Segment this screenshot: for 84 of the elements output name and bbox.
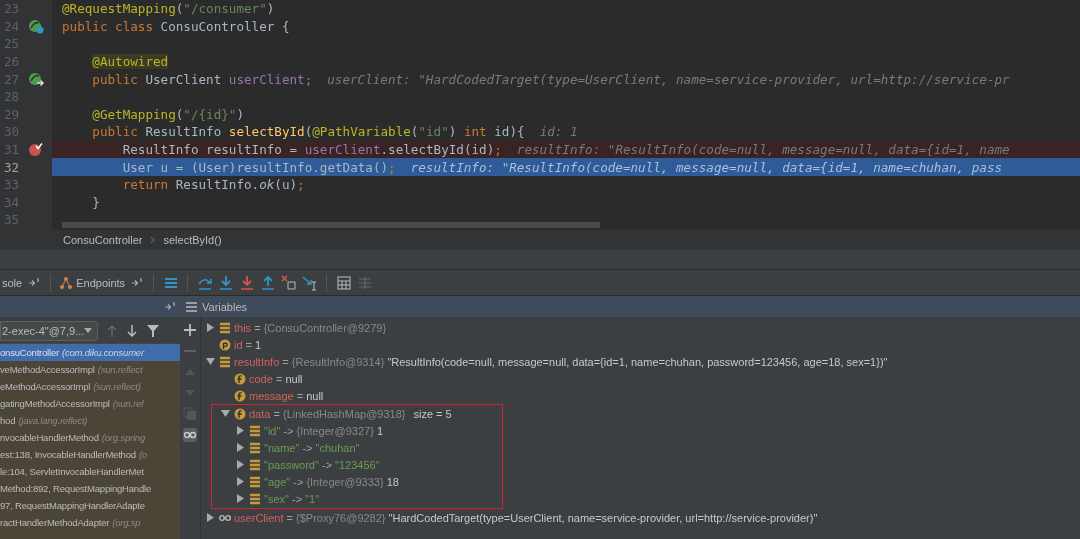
- glasses-icon[interactable]: [183, 428, 197, 442]
- stack-frame-item[interactable]: onsuController (com.diku.consumer: [0, 344, 180, 361]
- breadcrumb-item[interactable]: ConsuController: [63, 234, 143, 246]
- field-icon: [234, 389, 246, 402]
- collapse-arrow-icon[interactable]: [206, 357, 215, 366]
- tool-window-tab[interactable]: Endpoints: [57, 270, 128, 295]
- breakpoint-icon[interactable]: [28, 142, 44, 158]
- code-text: @RequestMapping("/consumer"): [62, 1, 275, 17]
- chevron-icon: [150, 236, 156, 244]
- variable-text: "password" -> "123456": [264, 458, 380, 471]
- caret-icon: [84, 328, 93, 333]
- parameter-icon: [219, 338, 231, 351]
- inline-value-hint: id: 1: [539, 124, 578, 140]
- tool-window-tab[interactable]: sole: [0, 270, 25, 295]
- object-icon: [219, 321, 231, 334]
- pin-icon[interactable]: [131, 276, 144, 289]
- step-into-icon[interactable]: [217, 274, 234, 291]
- expand-arrow-icon[interactable]: [236, 443, 245, 452]
- expand-arrow-icon[interactable]: [206, 323, 215, 332]
- run-to-cursor-icon[interactable]: [301, 274, 318, 291]
- inline-value-hint: resultInfo: "ResultInfo(code=null, message=null, data={id=1, name=chuhan, pass: [410, 159, 1003, 175]
- nodes-icon: [59, 275, 74, 290]
- variable-text: resultInfo = {ResultInfo@9314} "ResultInfo(code=null, message=null, data={id=1, name=chuhan, password=123456, age=18, sex=1})": [234, 355, 888, 368]
- stack-frame-item[interactable]: gatingMethodAccessorImpl (sun.ref: [0, 395, 180, 412]
- breadcrumb-item[interactable]: selectById(): [163, 234, 222, 246]
- stack-frame-item[interactable]: est:138, InvocableHandlerMethod (o: [0, 446, 180, 463]
- expand-arrow-icon[interactable]: [236, 477, 245, 486]
- variable-text: message = null: [249, 389, 324, 402]
- inline-value-hint: userClient: "HardCodedTarget(type=UserClient, name=service-provider, url=http://service-pr: [327, 71, 1010, 87]
- code-text: User u = (User)resultInfo.getData();: [121, 159, 396, 175]
- bean-icon[interactable]: [28, 18, 44, 34]
- field-icon: [234, 407, 246, 420]
- add-icon[interactable]: [183, 323, 197, 337]
- stack-frame-item[interactable]: eMethodAccessorImpl (sun.reflect): [0, 378, 180, 395]
- code-text: return ResultInfo.ok(u);: [121, 177, 305, 193]
- stack-frame-item[interactable]: ractHandlerMethodAdapter (org.sp: [0, 514, 180, 531]
- expand-arrow-icon[interactable]: [236, 494, 245, 503]
- variable-text: userClient = {$Proxy76@9282} "HardCodedTarget(type=UserClient, name=service-provider, url=http://service-provider)": [234, 511, 818, 524]
- code-text: @Autowired: [91, 54, 169, 70]
- stack-frame-item[interactable]: veMethodAccessorImpl (sun.reflect: [0, 361, 180, 378]
- expand-arrow-icon[interactable]: [236, 426, 245, 435]
- code-text: public ResultInfo selectById(@PathVariable("id") int id){: [91, 124, 525, 140]
- filter-icon[interactable]: [146, 323, 160, 338]
- code-text: @GetMapping("/{id}"): [91, 106, 244, 122]
- entry-icon: [249, 424, 261, 437]
- calculator-icon[interactable]: [335, 274, 352, 291]
- stack-frame-item[interactable]: 97, RequestMappingHandlerAdapte: [0, 497, 180, 514]
- horizontal-scrollbar[interactable]: [62, 222, 600, 228]
- code-text: ResultInfo resultInfo = userClient.selectById(id);: [121, 142, 502, 158]
- down-arrow-icon[interactable]: [126, 323, 138, 338]
- stack-frame-item[interactable]: Method:892, RequestMappingHandle: [0, 480, 180, 497]
- thread-dropdown[interactable]: 2-exec-4"@7,9...: [0, 320, 98, 341]
- code-text: }: [91, 194, 100, 210]
- variable-text: id = 1: [234, 338, 262, 351]
- pin-icon[interactable]: [28, 276, 41, 289]
- stack-frame-item[interactable]: nvocableHandlerMethod (org.spring: [0, 429, 180, 446]
- stack-frame-item[interactable]: le:104, ServletInvocableHandlerMet: [0, 463, 180, 480]
- expand-arrow-icon[interactable]: [236, 460, 245, 469]
- variable-text: "age" -> {Integer@9333} 18: [264, 475, 399, 488]
- line-number: 32: [3, 158, 21, 176]
- variable-text: this = {ConsuController@9279}: [234, 321, 387, 334]
- list-icon: [186, 301, 197, 312]
- entry-icon: [249, 458, 261, 471]
- variable-text: "name" -> "chuhan": [264, 441, 360, 454]
- step-into-icon[interactable]: [238, 274, 255, 291]
- entry-icon: [249, 492, 261, 505]
- inline-value-hint: resultInfo: "ResultInfo(code=null, message=null, data={id=1, name: [516, 142, 1010, 158]
- pin-icon[interactable]: [164, 300, 176, 313]
- field-icon: [234, 372, 246, 385]
- variable-text: "sex" -> "1": [264, 492, 320, 505]
- entry-icon: [249, 441, 261, 454]
- expand-arrow-icon[interactable]: [206, 513, 215, 522]
- stack-frame-item[interactable]: hod (java.lang.reflect): [0, 412, 180, 429]
- drop-frame-icon[interactable]: [280, 274, 297, 291]
- step-out-icon[interactable]: [259, 274, 276, 291]
- object-icon: [219, 355, 231, 368]
- entry-icon: [249, 475, 261, 488]
- collapse-arrow-icon[interactable]: [221, 409, 230, 418]
- panel-title: Variables: [202, 300, 248, 313]
- code-text: public class ConsuController {: [62, 18, 290, 34]
- variable-text: "id" -> {Integer@9327} 1: [264, 424, 383, 437]
- variable-text: code = null: [249, 372, 303, 385]
- code-text: public UserClient userClient;: [91, 71, 313, 87]
- variable-text: data = {LinkedHashMap@9318} size = 5: [249, 407, 452, 420]
